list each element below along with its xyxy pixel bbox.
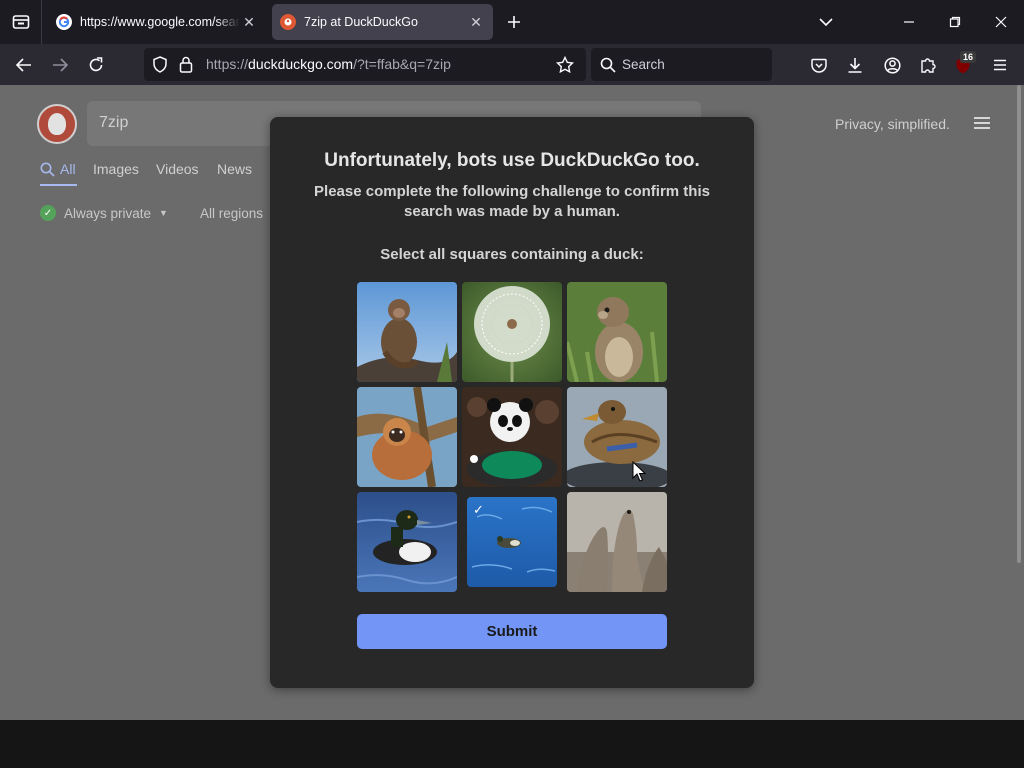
extensions-button[interactable] xyxy=(913,50,943,80)
selected-check-icon: ✓ xyxy=(473,502,484,517)
puzzle-piece-icon xyxy=(921,58,936,73)
url-path: /?t=ffab&q=7zip xyxy=(353,56,451,72)
search-placeholder: Search xyxy=(622,57,665,72)
firefox-view-button[interactable] xyxy=(0,0,42,44)
always-private-label: Always private xyxy=(64,205,152,221)
google-g-icon xyxy=(56,14,72,30)
url-text: https://duckduckgo.com/?t=ffab&q=7zip xyxy=(206,56,451,72)
reload-button[interactable] xyxy=(81,50,111,80)
challenge-tile-dandelion[interactable] xyxy=(462,282,562,382)
bookmark-star-icon[interactable] xyxy=(556,56,574,73)
forward-button[interactable] xyxy=(45,50,75,80)
tab-title: https://www.google.com/search xyxy=(80,15,240,29)
duck-image xyxy=(567,387,667,487)
always-private-toggle[interactable]: ✓ Always private ▼ xyxy=(40,205,168,221)
panda-image xyxy=(462,387,562,487)
monkey-image xyxy=(357,282,457,382)
minimize-button[interactable] xyxy=(895,8,923,36)
download-icon xyxy=(848,58,862,73)
close-icon xyxy=(995,16,1007,28)
search-icon xyxy=(40,162,55,177)
challenge-tile-duck[interactable] xyxy=(567,387,667,487)
ddg-menu-icon[interactable] xyxy=(974,117,990,129)
search-icon xyxy=(600,57,616,73)
challenge-tile-panda[interactable] xyxy=(462,387,562,487)
extension-badge-count: 16 xyxy=(960,51,977,63)
app-menu-button[interactable] xyxy=(985,50,1015,80)
caret-down-icon: ▼ xyxy=(159,208,168,218)
gibbon-image xyxy=(357,387,457,487)
close-tab-icon[interactable]: ✕ xyxy=(467,13,485,31)
privacy-tagline: Privacy, simplified. xyxy=(835,116,950,132)
downloads-button[interactable] xyxy=(840,50,870,80)
squirrel-image xyxy=(567,282,667,382)
hamburger-menu-icon xyxy=(994,59,1006,71)
duck-image xyxy=(357,492,457,592)
back-button[interactable] xyxy=(9,50,39,80)
tab-news[interactable]: News xyxy=(217,161,252,177)
challenge-tile-seals[interactable] xyxy=(567,492,667,592)
region-selector[interactable]: All regions xyxy=(200,206,263,221)
challenge-description: Please complete the following challenge … xyxy=(314,183,710,220)
back-arrow-icon xyxy=(16,58,31,72)
challenge-tile-monkey[interactable] xyxy=(357,282,457,382)
account-icon xyxy=(883,56,901,74)
tab-images[interactable]: Images xyxy=(93,161,139,177)
restore-icon xyxy=(949,16,961,28)
browser-window: https://www.google.com/search ✕ 7zip at … xyxy=(0,0,1024,768)
address-bar[interactable]: https://duckduckgo.com/?t=ffab&q=7zip xyxy=(144,48,586,81)
close-tab-icon[interactable]: ✕ xyxy=(240,13,258,31)
minimize-icon xyxy=(904,21,914,23)
submit-button[interactable]: Submit xyxy=(357,614,667,649)
plus-icon xyxy=(508,16,520,28)
firefox-view-icon xyxy=(12,15,29,29)
challenge-instruction: Select all squares containing a duck: xyxy=(380,246,644,263)
new-tab-button[interactable] xyxy=(502,10,526,34)
tab-title: 7zip at DuckDuckGo xyxy=(304,15,418,29)
account-button[interactable] xyxy=(877,50,907,80)
lock-icon[interactable] xyxy=(179,56,193,73)
page-footer-area xyxy=(0,720,1024,768)
restore-button[interactable] xyxy=(941,8,969,36)
challenge-tile-squirrel[interactable] xyxy=(567,282,667,382)
check-circle-icon: ✓ xyxy=(40,205,56,221)
chevron-down-icon xyxy=(819,18,833,27)
tab-all[interactable]: All xyxy=(60,161,76,177)
bot-challenge-dialog: Unfortunately, bots use DuckDuckGo too. … xyxy=(270,117,754,688)
active-tab-underline xyxy=(40,184,77,186)
navigation-toolbar: https://duckduckgo.com/?t=ffab&q=7zip Se… xyxy=(0,44,1024,85)
challenge-tile-duck-selected[interactable]: ✓ xyxy=(467,497,557,587)
pocket-icon xyxy=(811,58,827,73)
seals-image xyxy=(567,492,667,592)
page-scrollbar[interactable] xyxy=(1017,85,1021,563)
pocket-button[interactable] xyxy=(804,50,834,80)
duckduckgo-logo[interactable] xyxy=(37,104,77,144)
challenge-image-grid: ✓ xyxy=(357,282,667,592)
tab-google[interactable]: https://www.google.com/search ✕ xyxy=(48,4,266,40)
close-window-button[interactable] xyxy=(987,8,1015,36)
forward-arrow-icon xyxy=(53,58,68,72)
tab-duckduckgo[interactable]: 7zip at DuckDuckGo ✕ xyxy=(272,4,493,40)
url-host: duckduckgo.com xyxy=(248,56,354,72)
challenge-tile-gibbon[interactable] xyxy=(357,387,457,487)
tab-videos[interactable]: Videos xyxy=(156,161,199,177)
shield-icon[interactable] xyxy=(152,56,168,73)
duckduckgo-icon xyxy=(280,14,296,30)
url-protocol: https:// xyxy=(206,56,249,72)
search-bar[interactable]: Search xyxy=(591,48,772,81)
challenge-title: Unfortunately, bots use DuckDuckGo too. xyxy=(324,150,700,171)
reload-icon xyxy=(89,57,103,72)
ddg-query-text: 7zip xyxy=(99,114,129,131)
mouse-cursor-icon xyxy=(632,461,646,482)
challenge-tile-duck[interactable] xyxy=(357,492,457,592)
tab-strip: https://www.google.com/search ✕ 7zip at … xyxy=(0,0,1024,44)
list-all-tabs-button[interactable] xyxy=(814,10,838,34)
dandelion-image xyxy=(462,282,562,382)
